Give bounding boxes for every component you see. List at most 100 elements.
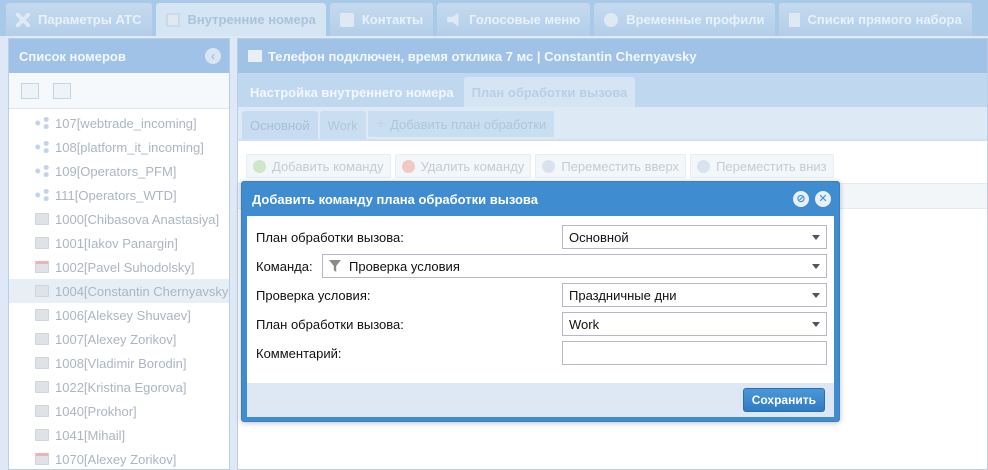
list-item[interactable]: 1000[Chibasova Anastasiya] [9, 207, 229, 231]
list-item-label: 111[Operators_WTD] [55, 187, 177, 203]
phone-offline-icon [35, 453, 49, 465]
list-item[interactable]: 108[platform_it_incoming] [9, 135, 229, 159]
tab-label: Work [327, 117, 358, 133]
phone-icon [35, 333, 49, 345]
phone-icon [35, 213, 49, 225]
list-item-label: 109[Operators_PFM] [55, 163, 177, 179]
phone-icon [35, 405, 49, 417]
field-label: Команда: [256, 258, 313, 274]
dialog-controls: ⊘ ✕ [793, 191, 831, 207]
phone-icon [35, 309, 49, 321]
add-plan-button[interactable]: + Добавить план обработки [367, 111, 555, 137]
status-header: Телефон подключен, время отклика 7 мс | … [238, 39, 987, 73]
top-tab-bar: Параметры АТС Внутренние номера Контакты… [0, 0, 988, 36]
command-select[interactable]: Проверка условия [322, 254, 827, 278]
plan-tabs: Основной Work + Добавить план обработки [238, 107, 987, 141]
list-item[interactable]: 1070[Alexey Zorikov] [9, 447, 229, 470]
list-item-label: 108[platform_it_incoming] [55, 139, 204, 155]
list-item[interactable]: 1002[Pavel Suhodolsky] [9, 255, 229, 279]
tab-label: План обработки вызова [471, 84, 628, 100]
list-item-label: 1008[Vladimir Borodin] [55, 355, 187, 371]
tab-time-profiles[interactable]: Временные профили [594, 3, 775, 36]
share-icon [35, 189, 49, 201]
list-item[interactable]: 111[Operators_WTD] [9, 183, 229, 207]
condition-select[interactable]: Праздничные дни [562, 283, 827, 307]
field-label: Комментарий: [256, 345, 342, 361]
move-up-button[interactable]: Переместить вверх [535, 154, 687, 178]
list-item[interactable]: 1041[Mihail] [9, 423, 229, 447]
panel-header: Список номеров ‹ [9, 39, 229, 73]
tab-label: Основной [250, 117, 310, 133]
list-item-label: 1002[Pavel Suhodolsky] [55, 259, 195, 275]
panel-title: Список номеров [19, 48, 126, 64]
tab-label: Параметры АТС [38, 12, 142, 27]
list-item-label: 1041[Mihail] [55, 427, 126, 443]
field-label: Проверка условия: [256, 287, 371, 303]
settings-tabs: Настройка внутреннего номера План обрабо… [238, 73, 987, 107]
tab-plan-main[interactable]: Основной [242, 111, 318, 139]
minimize-icon[interactable]: ⊘ [793, 191, 809, 207]
arrow-up-icon [542, 159, 556, 173]
list-item[interactable]: 1022[Kristina Egorova] [9, 375, 229, 399]
list-item[interactable]: 1008[Vladimir Borodin] [9, 351, 229, 375]
tab-extensions[interactable]: Внутренние номера [155, 3, 326, 36]
list-item-label: 1004[Constantin Chernyavsky [55, 283, 229, 299]
phone-icon [248, 50, 262, 62]
dialog-footer: Сохранить [247, 383, 834, 417]
delete-command-button[interactable]: Удалить команду [394, 154, 532, 178]
field-label: План обработки вызова: [256, 316, 404, 332]
list-item[interactable]: 1040[Prokhor] [9, 399, 229, 423]
tab-call-plan[interactable]: План обработки вызова [463, 77, 636, 107]
button-label: Добавить команду [272, 158, 384, 174]
chevron-down-icon [812, 293, 820, 298]
arrow-down-icon [697, 159, 711, 173]
tab-label: Контакты [361, 12, 424, 27]
chevron-down-icon [812, 264, 820, 269]
tab-label: Внутренние номера [187, 12, 316, 27]
close-icon[interactable]: ✕ [815, 191, 831, 207]
collapse-icon[interactable]: ‹ [205, 48, 221, 64]
button-label: Удалить команду [420, 158, 525, 174]
extension-tree: 107[webtrade_incoming] 108[platform_it_i… [9, 109, 229, 470]
book-icon [165, 12, 180, 27]
delete-icon [401, 159, 415, 173]
list-item[interactable]: 107[webtrade_incoming] [9, 111, 229, 135]
plus-icon: + [375, 115, 386, 132]
dialog-body: План обработки вызова: Основной Команда:… [247, 216, 834, 383]
tab-label: Временные профили [626, 12, 765, 27]
button-label: Добавить план обработки [390, 116, 547, 132]
field-label: План обработки вызова: [256, 229, 404, 245]
speaker-icon [447, 12, 459, 27]
button-label: Сохранить [751, 393, 816, 407]
status-text: Телефон подключен, время отклика 7 мс | … [268, 48, 697, 64]
add-extension-icon[interactable] [21, 82, 39, 99]
add-command-dialog: Добавить команду плана обработки вызова … [241, 181, 840, 422]
save-button[interactable]: Сохранить [742, 388, 825, 412]
list-item[interactable]: 1007[Alexey Zorikov] [9, 327, 229, 351]
list-item-label: 1001[Iakov Panargin] [55, 235, 178, 251]
tab-contacts[interactable]: Контакты [329, 3, 434, 36]
comment-input[interactable] [562, 341, 827, 365]
target-plan-select[interactable]: Work [562, 312, 827, 336]
tab-plan-work[interactable]: Work [319, 111, 366, 139]
list-item[interactable]: 1001[Iakov Panargin] [9, 231, 229, 255]
add-command-button[interactable]: Добавить команду [246, 154, 391, 178]
contact-card-icon [339, 12, 354, 27]
command-toolbar: Добавить команду Удалить команду Перемес… [238, 151, 987, 181]
dialog-title: Добавить команду плана обработки вызова [252, 191, 538, 207]
list-item-selected[interactable]: 1004[Constantin Chernyavsky [9, 279, 229, 303]
edit-extension-icon[interactable] [53, 82, 71, 99]
chevron-down-icon [812, 322, 820, 327]
list-item-label: 1022[Kristina Egorova] [55, 379, 187, 395]
panel-toolbar [9, 73, 229, 109]
list-item[interactable]: 109[Operators_PFM] [9, 159, 229, 183]
tab-extension-settings[interactable]: Настройка внутреннего номера [242, 77, 462, 107]
tab-pbx-settings[interactable]: Параметры АТС [6, 3, 152, 36]
plan-select[interactable]: Основной [562, 225, 827, 249]
list-item[interactable]: 1006[Aleksey Shuvaev] [9, 303, 229, 327]
move-down-button[interactable]: Переместить вниз [690, 154, 834, 178]
tab-direct-dial-lists[interactable]: Списки прямого набора [778, 3, 972, 36]
tab-voice-menus[interactable]: Голосовые меню [437, 3, 591, 36]
select-value: Праздничные дни [569, 287, 677, 303]
list-item-label: 107[webtrade_incoming] [55, 115, 197, 131]
